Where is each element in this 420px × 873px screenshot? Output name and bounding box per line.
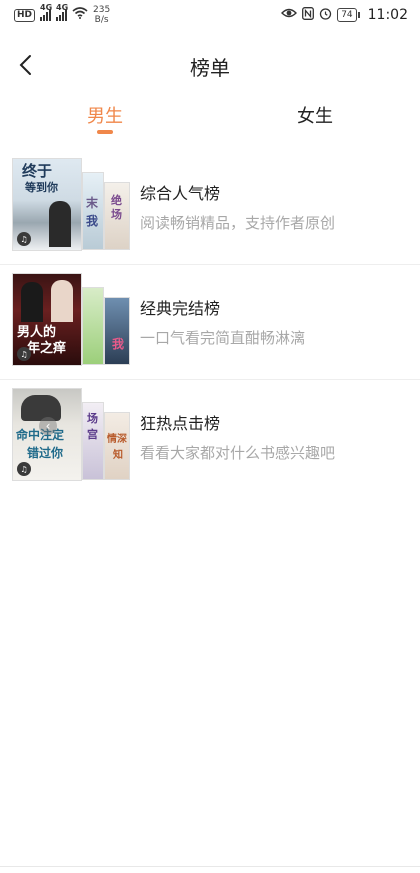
bottom-divider <box>0 866 420 867</box>
signal-icon: 4G <box>40 3 52 21</box>
book-covers: 我 男人的 年之痒 ♫ <box>12 273 132 368</box>
wifi-icon <box>72 7 88 23</box>
headphones-icon: ♫ <box>17 232 31 246</box>
headphones-icon: ♫ <box>17 462 31 476</box>
nfc-icon <box>302 6 315 24</box>
ranking-title: 综合人气榜 <box>140 184 221 203</box>
tab-male[interactable]: 男生 <box>45 102 165 128</box>
book-cover-main: 命中注定 错过你 ‹ ♫ <box>12 388 82 481</box>
book-cover: 我 <box>104 297 130 365</box>
book-covers: 情深 知 场 宫 命中注定 错过你 ‹ ♫ <box>12 388 132 483</box>
ranking-item[interactable]: 我 男人的 年之痒 ♫ 经典完结榜 一口气看完简直酣畅淋漓 <box>0 265 420 380</box>
ranking-title: 狂热点击榜 <box>140 414 221 433</box>
page-title: 榜单 <box>190 56 230 80</box>
signal-icon: 4G <box>56 3 68 21</box>
tab-female[interactable]: 女生 <box>255 102 375 128</box>
network-speed: 235 B/s <box>93 5 111 25</box>
headphones-icon: ♫ <box>17 347 31 361</box>
book-cover <box>82 287 104 365</box>
book-cover-main: 男人的 年之痒 ♫ <box>12 273 82 366</box>
ranking-desc: 阅读畅销精品，支持作者原创 <box>140 214 336 232</box>
active-tab-indicator <box>97 130 113 134</box>
ranking-item[interactable]: 情深 知 场 宫 命中注定 错过你 ‹ ♫ 狂热点击榜 看看大家都对什么书感兴趣… <box>0 380 420 495</box>
status-bar: HD 4G 4G 235 B/s 74 11:02 <box>0 0 420 30</box>
ranking-desc: 看看大家都对什么书感兴趣吧 <box>140 444 336 462</box>
book-cover: 末 我 <box>82 172 104 250</box>
book-covers: 绝 场 末 我 终于 等到你 ♫ <box>12 158 132 253</box>
status-left: HD 4G 4G 235 B/s <box>14 3 111 25</box>
header: 榜单 <box>0 40 420 90</box>
ranking-title: 经典完结榜 <box>140 299 221 318</box>
ranking-desc: 一口气看完简直酣畅淋漓 <box>140 329 306 347</box>
book-cover: 情深 知 <box>104 412 130 480</box>
status-right: 74 11:02 <box>281 6 408 24</box>
battery-icon: 74 <box>337 8 361 22</box>
hd-badge: HD <box>14 8 36 22</box>
ranking-item[interactable]: 绝 场 末 我 终于 等到你 ♫ 综合人气榜 阅读畅销精品，支持作者原创 <box>0 150 420 265</box>
eye-icon <box>281 7 298 23</box>
clock: 11:02 <box>367 7 408 23</box>
gender-tabs: 男生 女生 <box>0 96 420 140</box>
book-cover: 场 宫 <box>82 402 104 480</box>
alarm-icon <box>319 7 332 24</box>
ranking-list: 绝 场 末 我 终于 等到你 ♫ 综合人气榜 阅读畅销精品，支持作者原创 我 男… <box>0 150 420 495</box>
book-cover: 绝 场 <box>104 182 130 250</box>
book-cover-main: 终于 等到你 ♫ <box>12 158 82 251</box>
